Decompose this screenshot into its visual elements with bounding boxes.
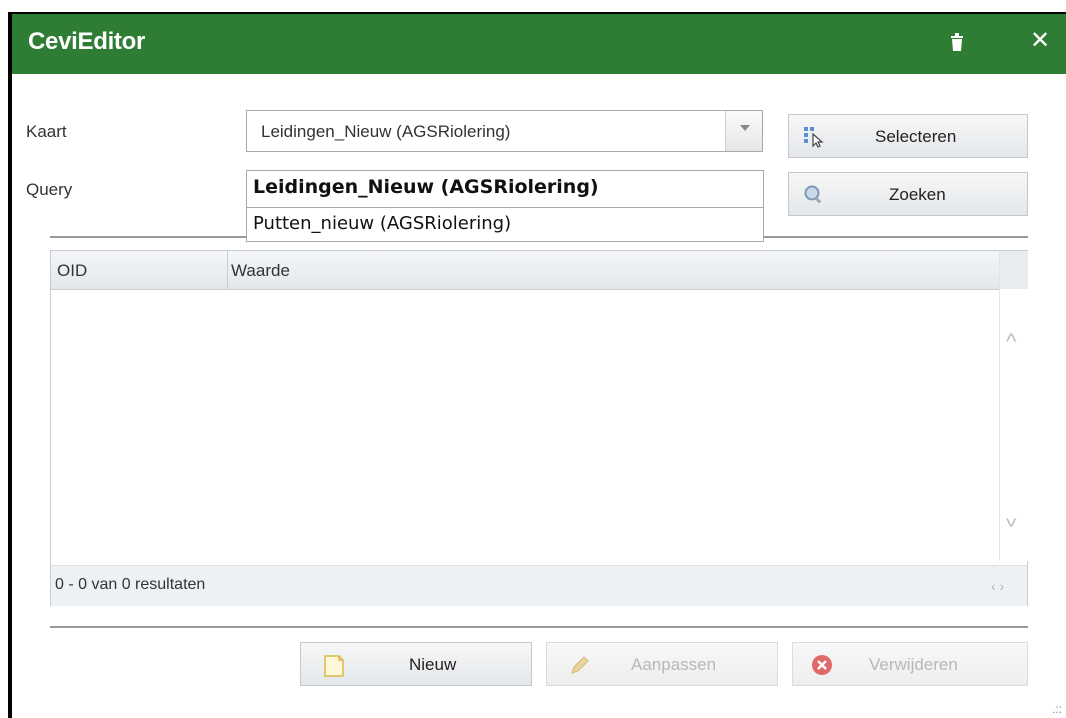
- column-header-waarde[interactable]: Waarde: [231, 261, 290, 281]
- close-icon[interactable]: ✕: [1030, 29, 1050, 53]
- divider-bottom: [50, 626, 1028, 628]
- result-count: 0 - 0 van 0 resultaten: [55, 576, 206, 593]
- aanpassen-label: Aanpassen: [631, 655, 717, 674]
- dropdown-option-putten[interactable]: Putten_nieuw (AGSRiolering): [247, 207, 763, 241]
- resize-grip-icon[interactable]: .::: [1052, 702, 1062, 716]
- nieuw-button[interactable]: Nieuw: [300, 642, 532, 686]
- chevron-up-icon[interactable]: ^: [1006, 329, 1016, 355]
- ceviEditor-window: CeviEditor ✕ Kaart Query Leidingen_Nieuw…: [12, 14, 1066, 718]
- selecteren-label: Selecteren: [875, 127, 957, 146]
- grid-header: OID Waarde: [51, 251, 999, 290]
- kaart-select[interactable]: Leidingen_Nieuw (AGSRiolering): [246, 110, 763, 152]
- select-features-icon: [803, 126, 825, 148]
- scrollbar-header-spacer: [1000, 251, 1028, 289]
- zoeken-button[interactable]: Zoeken: [788, 172, 1028, 216]
- results-grid[interactable]: OID Waarde ^ ^ 0 - 0 van 0 resultaten ‹ …: [50, 250, 1028, 606]
- trash-icon[interactable]: [950, 33, 964, 58]
- selecteren-button[interactable]: Selecteren: [788, 114, 1028, 158]
- zoeken-label: Zoeken: [889, 185, 946, 204]
- verwijderen-button[interactable]: Verwijderen: [792, 642, 1028, 686]
- kaart-select-value: Leidingen_Nieuw (AGSRiolering): [261, 122, 511, 141]
- aanpassen-button[interactable]: Aanpassen: [546, 642, 778, 686]
- chevron-down-icon[interactable]: [725, 111, 762, 151]
- column-header-oid[interactable]: OID: [57, 261, 87, 281]
- verwijderen-label: Verwijderen: [869, 655, 958, 674]
- grid-footer: 0 - 0 van 0 resultaten ‹ ›: [51, 565, 1027, 606]
- window-title: CeviEditor: [28, 28, 146, 55]
- vertical-scrollbar[interactable]: ^ ^: [999, 251, 1028, 561]
- search-icon: [803, 184, 825, 206]
- query-label: Query: [26, 180, 73, 199]
- pencil-icon: [569, 654, 591, 676]
- column-separator: [227, 251, 228, 289]
- delete-icon: [811, 654, 833, 676]
- nieuw-label: Nieuw: [409, 655, 457, 674]
- new-document-icon: [323, 654, 345, 677]
- chevron-down-icon[interactable]: ^: [1006, 505, 1016, 531]
- kaart-dropdown-list: Leidingen_Nieuw (AGSRiolering) Putten_ni…: [246, 170, 764, 242]
- horizontal-scroll-arrows-icon[interactable]: ‹ ›: [991, 578, 1004, 594]
- kaart-label: Kaart: [26, 122, 67, 141]
- dropdown-option-leidingen[interactable]: Leidingen_Nieuw (AGSRiolering): [247, 171, 763, 205]
- title-bar[interactable]: CeviEditor ✕: [12, 14, 1066, 74]
